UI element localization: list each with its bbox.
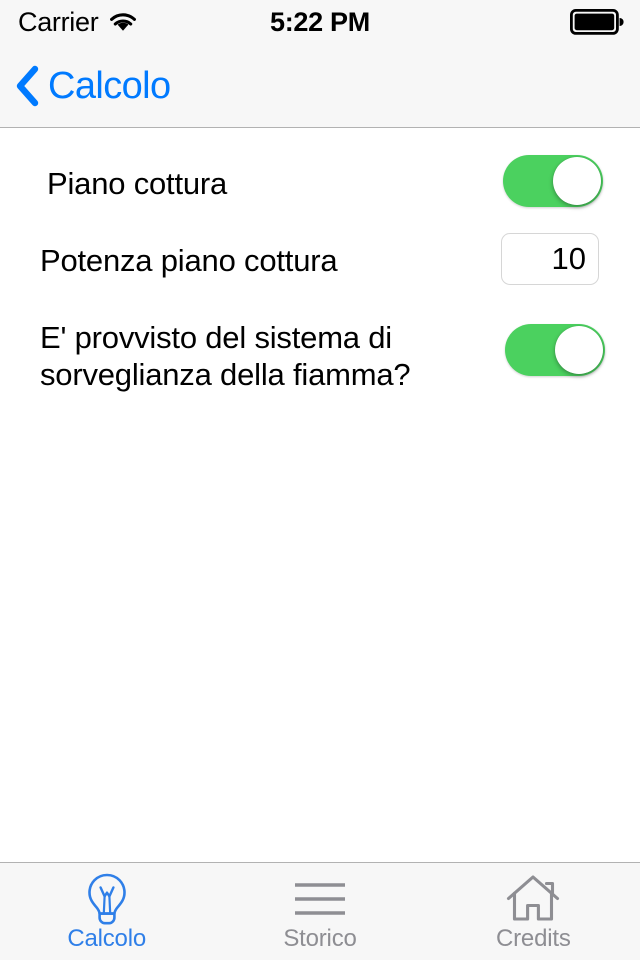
chevron-left-icon xyxy=(14,64,40,108)
app-screen: Carrier 5:22 PM Calcolo Piano cottura Po… xyxy=(0,0,640,960)
switch-sorveglianza-fiamma[interactable] xyxy=(505,324,605,376)
status-bar-right xyxy=(570,0,624,44)
form-row-piano-cottura: Piano cottura xyxy=(0,153,640,213)
status-bar: Carrier 5:22 PM xyxy=(0,0,640,44)
house-icon xyxy=(505,872,561,926)
switch-knob xyxy=(555,326,603,374)
navigation-bar: Calcolo xyxy=(0,44,640,128)
tab-bar: Calcolo Storico Credits xyxy=(0,862,640,960)
form-row-potenza-piano-cottura: Potenza piano cottura xyxy=(0,230,640,290)
power-input[interactable] xyxy=(501,233,599,285)
tab-calcolo[interactable]: Calcolo xyxy=(0,863,213,960)
settings-form: Piano cottura Potenza piano cottura E' p… xyxy=(0,129,640,862)
clock-label: 5:22 PM xyxy=(270,6,370,37)
back-button[interactable]: Calcolo xyxy=(14,44,171,128)
status-bar-center: 5:22 PM xyxy=(0,0,640,44)
switch-knob xyxy=(553,157,601,205)
row-label-potenza-piano-cottura: Potenza piano cottura xyxy=(40,243,338,278)
form-row-sorveglianza-fiamma: E' provvisto del sistema di sorveglianza… xyxy=(0,310,640,393)
list-icon xyxy=(292,872,348,926)
battery-full-icon xyxy=(570,9,624,35)
lightbulb-icon xyxy=(82,872,132,926)
switch-piano-cottura[interactable] xyxy=(503,155,603,207)
tab-credits[interactable]: Credits xyxy=(427,863,640,960)
tab-label-storico: Storico xyxy=(283,925,357,952)
row-label-sorveglianza-fiamma: E' provvisto del sistema di sorveglianza… xyxy=(40,319,460,393)
tab-storico[interactable]: Storico xyxy=(213,863,426,960)
back-button-label: Calcolo xyxy=(48,64,171,107)
tab-label-credits: Credits xyxy=(496,925,571,952)
row-label-line-1: E' provvisto del sistema di xyxy=(40,320,392,355)
row-label-piano-cottura: Piano cottura xyxy=(47,166,228,201)
tab-label-calcolo: Calcolo xyxy=(67,925,146,952)
row-label-line-2: sorveglianza della fiamma? xyxy=(40,357,411,392)
